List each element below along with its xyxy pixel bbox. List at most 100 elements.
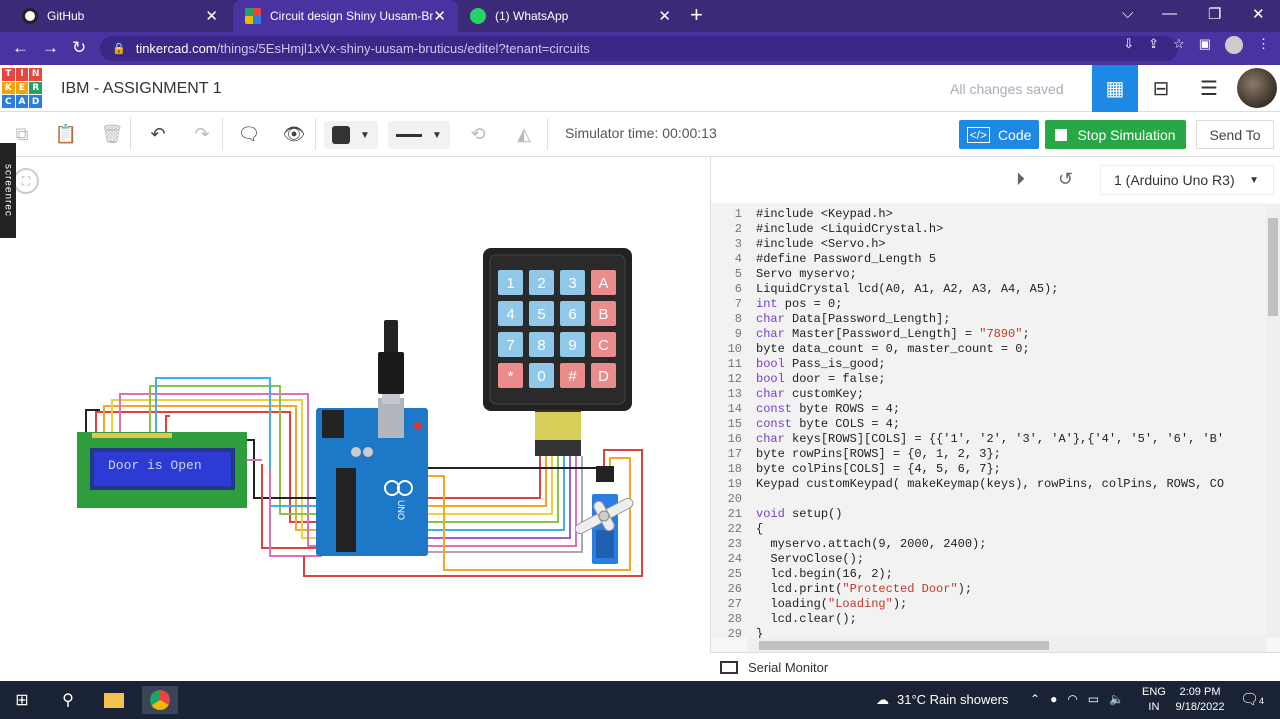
lang-line2: IN xyxy=(1148,701,1160,713)
horizontal-scrollbar[interactable] xyxy=(747,638,1266,652)
stop-simulation-button[interactable]: Stop Simulation xyxy=(1045,120,1186,149)
delete-button[interactable]: 🗑 xyxy=(96,119,128,149)
close-icon[interactable]: ✕ xyxy=(433,7,446,25)
keypad-key-label: 8 xyxy=(537,337,545,354)
windows-start-icon[interactable]: ⊞ xyxy=(4,686,40,714)
line-number: 22 xyxy=(727,522,742,536)
code-button[interactable]: </> Code xyxy=(959,120,1039,149)
install-icon[interactable]: ⇩ xyxy=(1123,36,1134,54)
line-code: lcd.begin(16, 2); xyxy=(756,567,893,581)
weather-widget[interactable]: ☁ 31°C Rain showers xyxy=(876,692,1008,708)
component-list-button[interactable]: ☰ xyxy=(1186,65,1232,112)
line-code: bool door = false; xyxy=(756,372,886,386)
profile-icon[interactable] xyxy=(1225,36,1243,54)
close-icon[interactable]: ✕ xyxy=(205,7,218,25)
star-icon[interactable]: ☆ xyxy=(1173,36,1185,54)
forward-button[interactable]: → xyxy=(42,38,59,58)
serial-monitor-bar[interactable]: Serial Monitor xyxy=(710,652,1280,681)
schematic-view-button[interactable]: ⊟ xyxy=(1138,65,1184,112)
scroll-thumb[interactable] xyxy=(759,641,1049,650)
language-indicator[interactable]: ENG IN xyxy=(1142,685,1166,715)
antivirus-icon[interactable]: ● xyxy=(1050,692,1057,706)
clock-date: 9/18/2022 xyxy=(1175,701,1225,713)
circuit-view-button[interactable]: ▦ xyxy=(1092,65,1138,112)
notes-button[interactable]: 🗨 xyxy=(233,119,265,149)
wifi-icon[interactable]: ◠ xyxy=(1067,692,1077,706)
debug-icon[interactable]: ↺ xyxy=(1058,169,1073,190)
line-code: Servo myservo; xyxy=(756,267,857,281)
circuit-canvas[interactable]: Door is Open UNO 1 2 3 A 4 5 6 B 7 8 9 C * 0 # D xyxy=(0,157,710,681)
line-number: 11 xyxy=(727,357,742,371)
weather-text: 31°C Rain showers xyxy=(897,692,1009,707)
whatsapp-icon xyxy=(470,8,486,24)
paste-button[interactable]: 📋 xyxy=(50,119,82,149)
share-icon[interactable]: ⇪ xyxy=(1148,36,1159,54)
code-editor[interactable]: 1 #include <Keypad.h> 2 #include <LiquidCry… xyxy=(712,204,1266,638)
chrome-icon[interactable] xyxy=(142,686,178,714)
step-icon[interactable]: ⏵ xyxy=(1016,169,1025,190)
logo-letter: R xyxy=(29,81,42,95)
avatar[interactable] xyxy=(1237,68,1277,108)
windows-taskbar: ⊞ ⚲ ☁ 31°C Rain showers ⌃ ● ◠ ▭ 🔈 ENG IN… xyxy=(0,681,1280,719)
new-tab-button[interactable]: + xyxy=(690,4,703,26)
power-jack xyxy=(322,410,344,438)
wire-type-dropdown[interactable]: ▼ xyxy=(388,121,450,149)
wire xyxy=(165,415,170,432)
reload-button[interactable]: ↻ xyxy=(72,38,86,58)
servo-connector xyxy=(596,466,614,482)
redo-button[interactable]: ↷ xyxy=(186,119,218,149)
line-number: 3 xyxy=(734,237,742,251)
tinkercad-icon xyxy=(245,8,261,24)
tab-github[interactable]: GitHub ✕ xyxy=(10,0,230,32)
chevron-up-icon[interactable]: ⌃ xyxy=(1030,692,1040,706)
zoom-to-fit-button[interactable]: ⛶ xyxy=(13,168,39,194)
clock[interactable]: 2:09 PM 9/18/2022 xyxy=(1172,685,1228,715)
menu-icon[interactable]: ⋮ xyxy=(1257,36,1270,54)
url-input[interactable]: 🔒 tinkercad.com/things/5EsHmjl1xVx-shiny… xyxy=(100,36,1178,61)
line-code: const byte COLS = 4; xyxy=(756,417,901,431)
lcd-header-pins xyxy=(92,433,172,438)
line-code: char keys[ROWS][COLS] = {{'1', '2', '3',… xyxy=(756,432,1225,446)
back-button[interactable]: ← xyxy=(12,38,29,58)
search-icon[interactable]: ⚲ xyxy=(50,686,86,714)
flip-icon: ◭ xyxy=(517,123,531,144)
volume-icon[interactable]: 🔈 xyxy=(1109,692,1124,706)
github-icon xyxy=(22,8,38,24)
wire-color-dropdown[interactable]: ▼ xyxy=(324,121,378,149)
undo-button[interactable]: ↶ xyxy=(142,119,174,149)
paste-icon: 📋 xyxy=(54,123,78,144)
visibility-button[interactable]: 👁 xyxy=(278,119,310,149)
tab-whatsapp[interactable]: (1) WhatsApp ✕ xyxy=(458,0,683,32)
line-code: byte rowPins[ROWS] = {0, 1, 2, 3}; xyxy=(756,447,1001,461)
trash-icon: 🗑 xyxy=(100,123,124,144)
battery-icon[interactable]: ▭ xyxy=(1088,692,1099,706)
usb-plug xyxy=(378,352,404,394)
vertical-scrollbar[interactable] xyxy=(1266,204,1280,638)
sidebar-icon[interactable]: ▣ xyxy=(1199,36,1211,54)
board-select[interactable]: 1 (Arduino Uno R3) ▼ xyxy=(1100,165,1274,195)
tab-circuit-design[interactable]: Circuit design Shiny Uusam-Bruti ✕ xyxy=(233,0,458,32)
simulator-time: Simulator time: 00:00:13 xyxy=(565,125,717,141)
maximize-button[interactable]: ❐ xyxy=(1208,5,1221,23)
notification-icon[interactable]: 🗨4 xyxy=(1240,690,1264,708)
rotate-button[interactable]: ⟲ xyxy=(462,119,494,149)
send-to-button[interactable]: Send To xyxy=(1196,120,1274,149)
scroll-thumb[interactable] xyxy=(1268,218,1278,316)
chip-icon: ▦ xyxy=(1105,78,1125,100)
flip-button[interactable]: ◭ xyxy=(508,119,540,149)
capacitor xyxy=(351,447,361,457)
line-code: #include <Keypad.h> xyxy=(756,207,893,221)
file-explorer-icon[interactable] xyxy=(96,686,132,714)
tinkercad-logo[interactable]: T I N K E R C A D xyxy=(2,68,42,108)
minimize-button[interactable]: — xyxy=(1162,5,1177,22)
line-code: int pos = 0; xyxy=(756,297,843,311)
project-title[interactable]: IBM - ASSIGNMENT 1 xyxy=(61,80,222,98)
line-number: 28 xyxy=(727,612,742,626)
chevron-down-icon[interactable]: ⌵ xyxy=(1122,5,1133,22)
keypad-key-label: C xyxy=(598,337,609,354)
keypad-key-label: 0 xyxy=(537,368,545,385)
stop-label: Stop Simulation xyxy=(1077,126,1176,143)
close-window-button[interactable]: ✕ xyxy=(1252,5,1265,23)
line-number: 7 xyxy=(734,297,742,311)
close-icon[interactable]: ✕ xyxy=(658,7,671,25)
